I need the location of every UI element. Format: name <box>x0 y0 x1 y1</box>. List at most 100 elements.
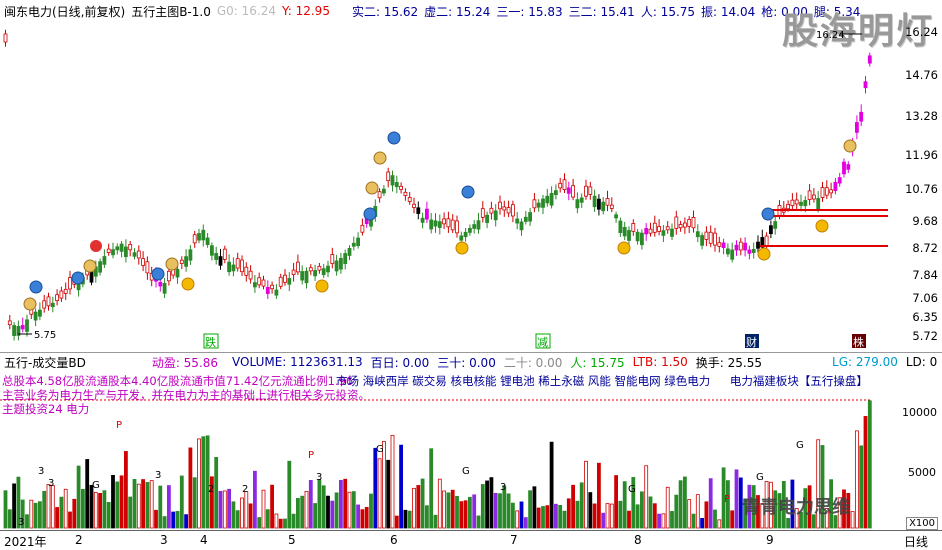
volume-bar <box>98 493 102 529</box>
san-yi-value: 三一: 15.83 <box>496 4 563 19</box>
candle-body <box>837 177 842 184</box>
volume-bar <box>317 479 322 529</box>
volume-bar <box>192 477 197 529</box>
candle-body <box>136 250 141 259</box>
volume-bar <box>665 486 670 529</box>
price-tick: 13.28 <box>905 109 938 123</box>
volume-marker: 2 <box>242 484 248 495</box>
money-bag-icon <box>165 257 179 271</box>
signal-label-cai: 财 <box>745 334 759 349</box>
candle-body <box>3 33 8 43</box>
volume-bar <box>472 494 477 529</box>
candle-body <box>833 181 838 191</box>
candle-body <box>166 270 171 282</box>
volume-bar <box>25 514 29 529</box>
candle-body <box>265 286 270 294</box>
candle-body <box>566 187 571 194</box>
candle-body <box>510 204 515 217</box>
ltb-value: LTB: 1.50 <box>632 355 688 369</box>
y-value: Y: 12.95 <box>282 4 330 18</box>
candle-body <box>644 228 649 235</box>
stock-title[interactable]: 闽东电力(日线,前复权) <box>4 3 125 20</box>
candle-body <box>773 221 778 229</box>
volume-marker: 3 <box>500 482 506 493</box>
month-label: 9 <box>766 533 774 547</box>
price-chart[interactable]: 16.24 5.75 跌 减 财 株 <box>0 22 942 352</box>
candle-body <box>46 296 51 307</box>
candle-body <box>308 267 313 272</box>
candle-body <box>867 55 872 64</box>
volume-bar <box>717 519 722 529</box>
year-label: 2021年 <box>4 535 47 549</box>
volume-bar <box>369 493 373 529</box>
candle-body <box>429 219 434 230</box>
candle-body <box>450 219 455 231</box>
candle-body <box>257 277 262 286</box>
candle-body <box>179 259 184 264</box>
volume-bar <box>295 498 300 529</box>
volume-bar <box>283 518 287 529</box>
candle-body <box>433 220 438 227</box>
candle-body <box>338 257 343 270</box>
volume-bar <box>549 441 554 529</box>
volume-bar <box>571 484 575 529</box>
candle-body <box>416 207 421 214</box>
bai-ri-value: 百日: 0.00 <box>370 355 430 370</box>
volume-bar <box>489 477 494 529</box>
candle-body <box>717 242 722 247</box>
candle-body <box>502 206 507 211</box>
volume-bar <box>68 511 72 529</box>
candle-body <box>562 179 567 190</box>
volume-bar <box>222 490 227 529</box>
indicator-name[interactable]: 五行主图B-1.0 <box>131 3 211 20</box>
volume-bar <box>416 485 421 529</box>
volume-indicator-name[interactable]: 五行-成交量BD <box>4 354 86 371</box>
candle-body <box>549 193 554 206</box>
candle-body <box>799 201 803 206</box>
candle-body <box>347 247 352 256</box>
candle-body <box>20 325 25 330</box>
candle-body <box>240 259 244 273</box>
candle-body <box>601 201 606 212</box>
volume-bar <box>59 496 64 529</box>
blue-ball-icon <box>29 280 43 294</box>
candle-body <box>188 249 193 261</box>
volume-bar <box>558 504 563 529</box>
volume-bar <box>85 459 90 529</box>
candle-body <box>33 311 38 321</box>
volume-header: 五行-成交量BD 动盈: 55.86 VOLUME: 1123631.13 百日… <box>0 352 942 371</box>
price-tick: 6.35 <box>912 310 938 324</box>
candle-body <box>12 325 17 336</box>
volume-bar <box>261 489 266 529</box>
volume-bar <box>175 511 180 529</box>
ren-value: 人: 15.75 <box>640 4 696 19</box>
volume-marker: G <box>756 472 764 483</box>
price-axis: 16.24 14.76 13.28 11.96 10.76 9.68 8.72 … <box>892 22 942 352</box>
volume-bar <box>106 502 111 529</box>
volume-bar <box>575 500 580 529</box>
watermark: 青青电力思维 <box>742 497 850 518</box>
candle-body <box>248 270 253 280</box>
candle-body <box>734 244 739 251</box>
ld-value: LD: 0 <box>905 355 938 369</box>
candle-body <box>640 232 644 246</box>
candle-body <box>141 258 146 266</box>
volume-bar <box>330 500 335 529</box>
volume-bar <box>635 504 640 529</box>
volume-bar <box>442 490 447 529</box>
volume-bar <box>300 495 305 529</box>
candle-body <box>403 191 408 196</box>
candle-body <box>519 221 524 231</box>
candle-body <box>386 171 391 181</box>
volume-bar <box>644 465 649 529</box>
volume-bar <box>855 430 859 529</box>
volume-value: VOLUME: 1123631.13 <box>232 355 363 369</box>
candle-body <box>756 241 760 249</box>
candle-body <box>683 222 687 228</box>
period-label[interactable]: 日线 <box>904 533 928 550</box>
candle-body <box>467 228 472 233</box>
candle-body <box>661 230 666 236</box>
volume-bar <box>859 445 864 529</box>
gold-coin-icon <box>315 279 329 293</box>
candle-body <box>162 283 167 294</box>
